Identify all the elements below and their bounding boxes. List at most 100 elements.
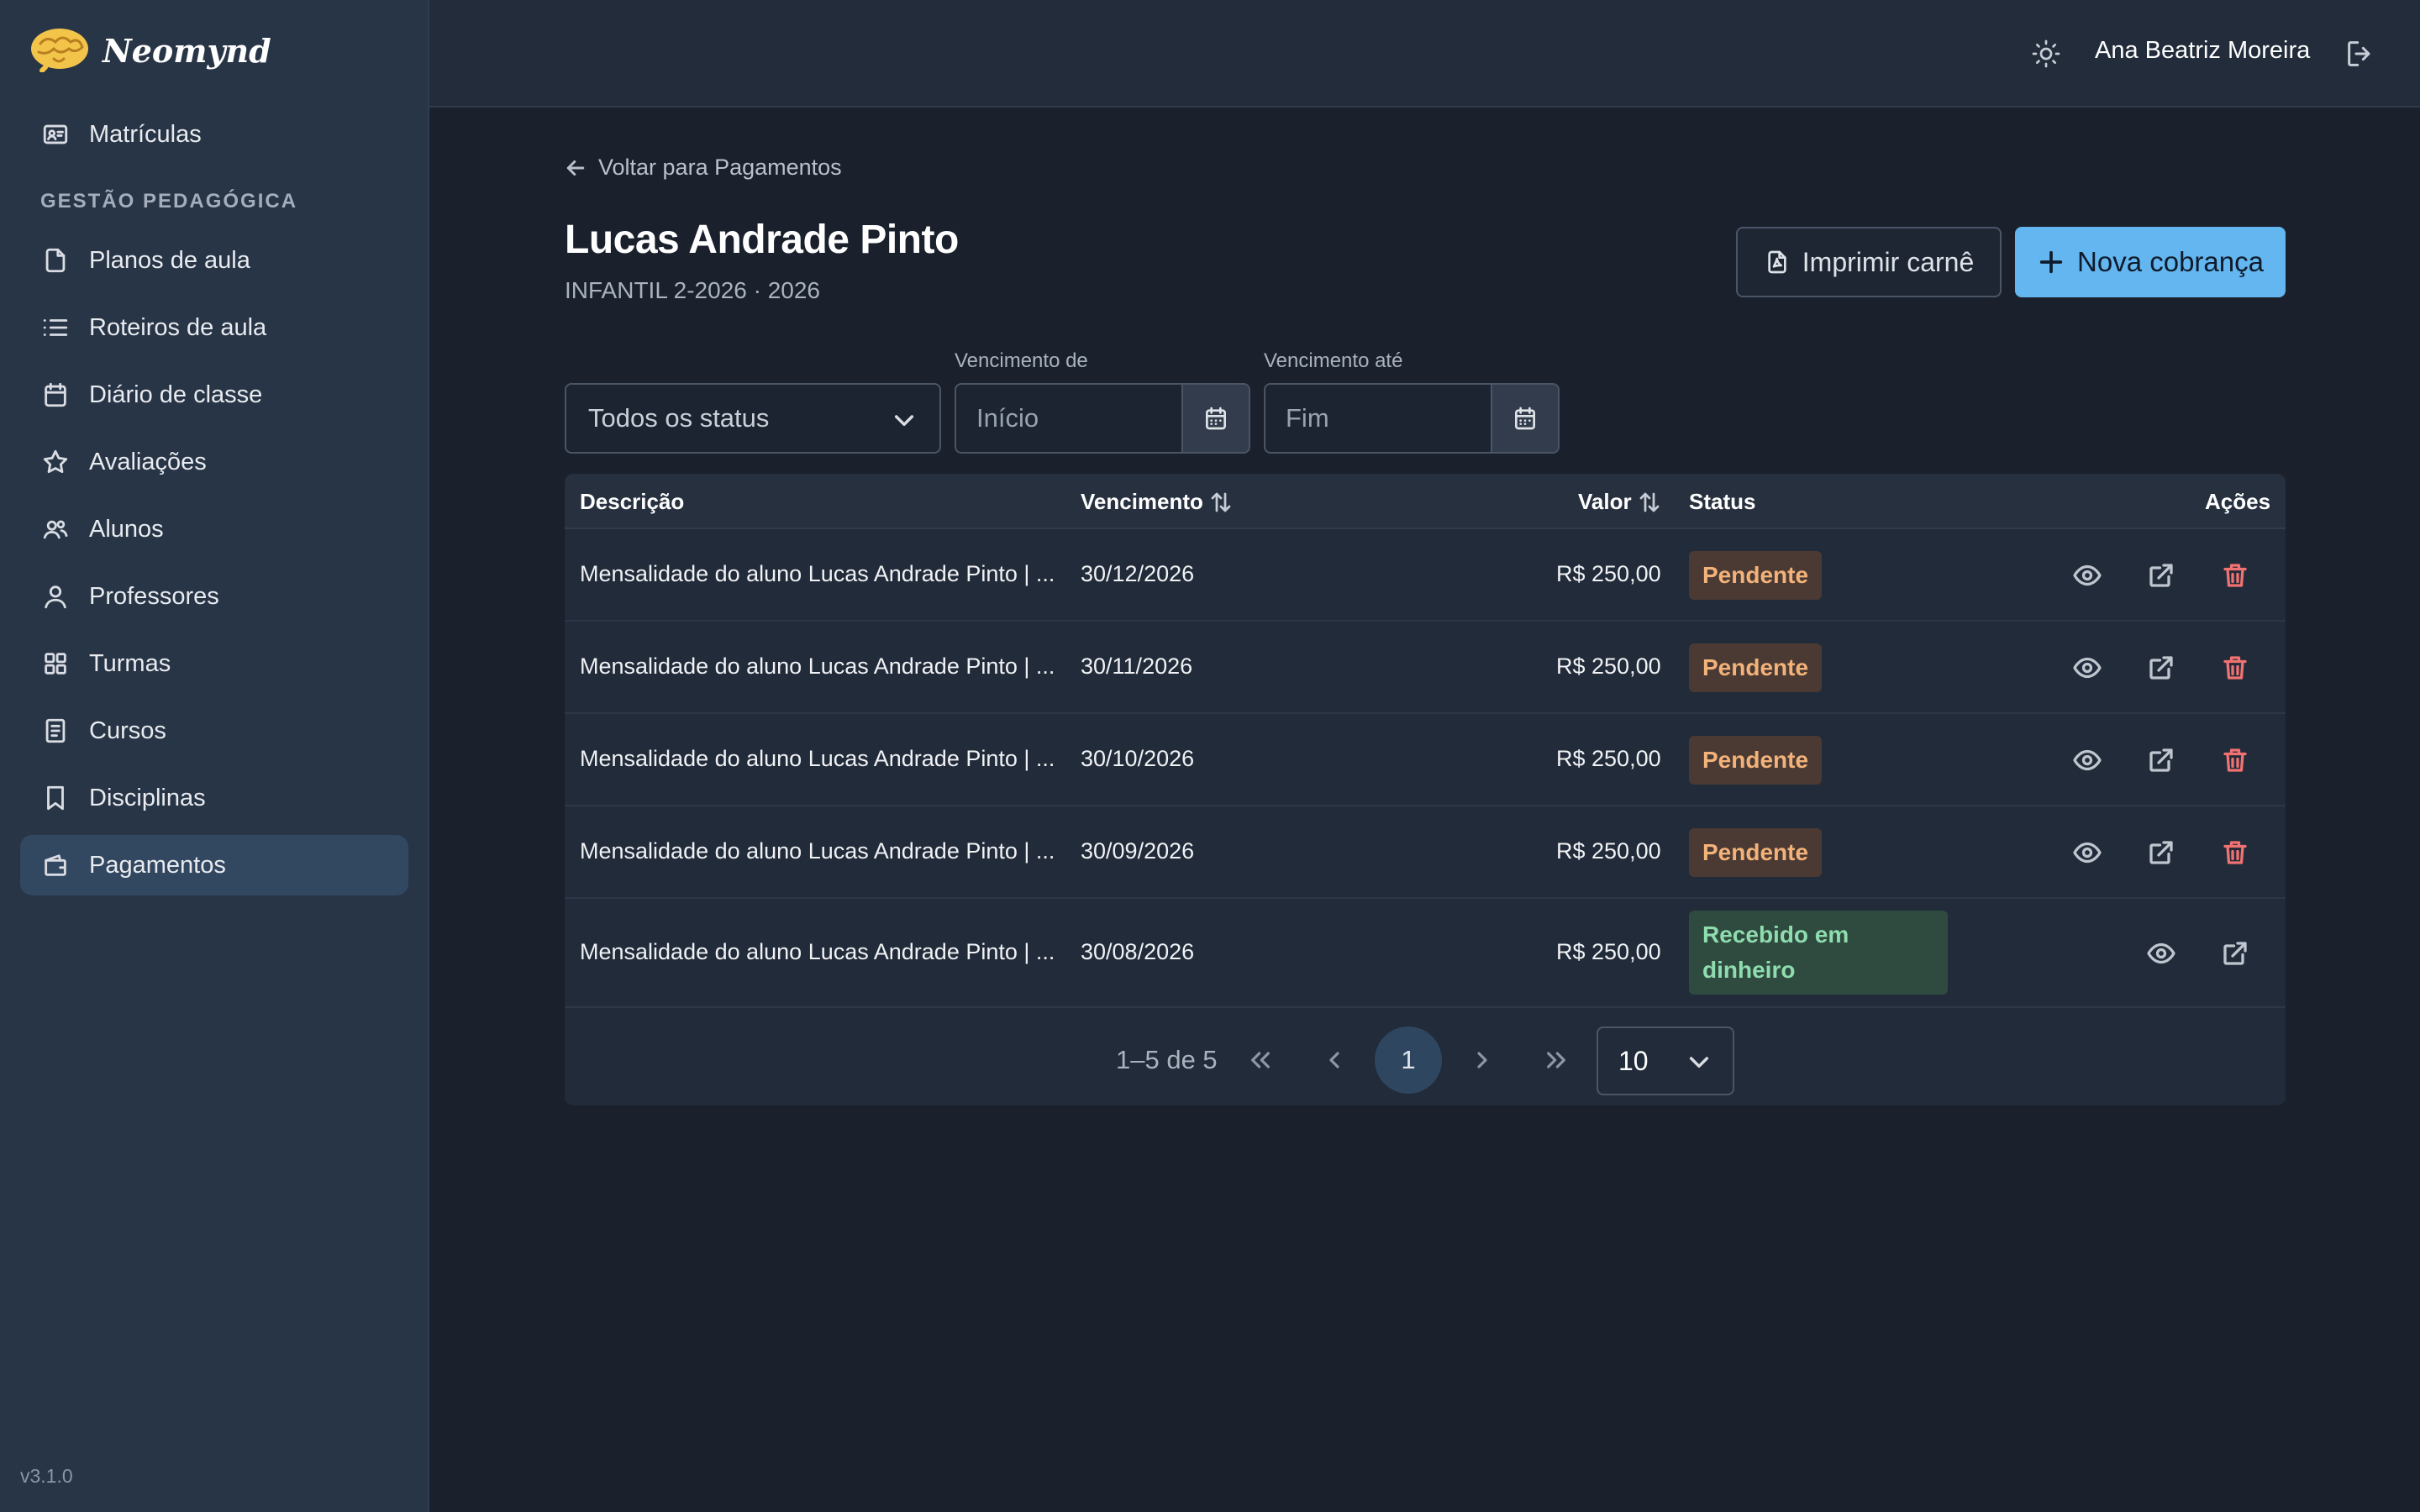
chevron-down-icon	[1689, 1057, 1709, 1068]
row-description: Mensalidade do aluno Lucas Andrade Pinto…	[580, 746, 1055, 771]
back-link-label: Voltar para Pagamentos	[598, 155, 842, 180]
page-title: Lucas Andrade Pinto	[565, 218, 959, 262]
rows-per-page-select[interactable]: 10	[1597, 1026, 1734, 1095]
sidebar-item-label: Pagamentos	[89, 851, 226, 879]
eye-icon[interactable]	[2070, 836, 2104, 869]
chevron-down-icon	[894, 415, 914, 427]
column-header-due[interactable]: Vencimento	[1081, 489, 1234, 515]
due-to-label: Vencimento até	[1264, 349, 1403, 372]
brand-name: Neomynd	[103, 32, 271, 70]
sidebar-item-planos-de-aula[interactable]: Planos de aula	[20, 230, 408, 291]
sidebar-item-label: Cursos	[89, 717, 166, 744]
sidebar-item-matriculas[interactable]: Matrículas	[20, 104, 408, 165]
page-subtitle: INFANTIL 2-2026 · 2026	[565, 277, 821, 303]
column-header-value[interactable]: Valor	[1578, 489, 1662, 515]
pagination-range: 1–5 de 5	[1116, 1045, 1218, 1074]
sidebar-item-label: Alunos	[89, 515, 164, 543]
column-label: Status	[1689, 489, 1756, 514]
external-link-icon[interactable]	[2144, 559, 2178, 592]
calendar-icon[interactable]	[1491, 385, 1558, 452]
table-header: Descrição Vencimento Valor Status Ações	[565, 474, 2286, 529]
first-page-button[interactable]	[1237, 1037, 1284, 1084]
sidebar-item-roteiros-de-aula[interactable]: Roteiros de aula	[20, 297, 408, 358]
row-due-date: 30/12/2026	[1081, 561, 1195, 586]
last-page-button[interactable]	[1533, 1037, 1580, 1084]
external-link-icon[interactable]	[2144, 836, 2178, 869]
new-button-label: Nova cobrança	[2077, 246, 2264, 277]
due-to-field[interactable]: Fim	[1264, 383, 1560, 454]
column-label: Ações	[2205, 489, 2271, 514]
row-value: R$ 250,00	[1556, 561, 1661, 586]
sidebar-item-avaliacoes[interactable]: Avaliações	[20, 432, 408, 492]
bookmark-icon	[39, 781, 72, 815]
column-header-status: Status	[1689, 489, 1755, 515]
external-link-icon[interactable]	[2144, 743, 2178, 777]
row-value: R$ 250,00	[1556, 838, 1661, 864]
row-value: R$ 250,00	[1556, 746, 1661, 771]
status-badge: Recebido em dinheiro	[1689, 911, 1948, 995]
app-version: v3.1.0	[20, 1465, 73, 1487]
due-from-field[interactable]: Início	[955, 383, 1250, 454]
external-link-icon[interactable]	[2144, 651, 2178, 685]
sidebar-item-diario-de-classe[interactable]: Diário de classe	[20, 365, 408, 425]
status-filter-select[interactable]: Todos os status	[565, 383, 941, 454]
column-label: Descrição	[580, 489, 685, 514]
sidebar-item-label: Matrículas	[89, 120, 202, 148]
file-icon	[39, 244, 72, 277]
sort-icon[interactable]	[1637, 490, 1662, 515]
back-to-payments-link[interactable]: Voltar para Pagamentos	[563, 155, 842, 181]
sidebar-item-pagamentos[interactable]: Pagamentos	[20, 835, 408, 895]
eye-icon[interactable]	[2144, 937, 2178, 970]
sidebar-item-label: Avaliações	[89, 448, 207, 475]
status-filter-value: Todos os status	[588, 403, 770, 433]
sort-icon[interactable]	[1208, 490, 1234, 515]
chevrons-left-icon	[1251, 1052, 1270, 1068]
logout-icon[interactable]	[2344, 37, 2377, 71]
table-row: Mensalidade do aluno Lucas Andrade Pinto…	[565, 899, 2286, 1008]
trash-icon[interactable]	[2218, 651, 2252, 685]
status-badge: Pendente	[1689, 643, 1823, 692]
payments-table: Descrição Vencimento Valor Status Ações …	[565, 474, 2286, 1105]
star-icon	[39, 445, 72, 479]
calendar-icon[interactable]	[1181, 385, 1249, 452]
current-page-button[interactable]: 1	[1375, 1026, 1442, 1094]
chevron-right-icon	[1477, 1052, 1487, 1068]
next-page-button[interactable]	[1459, 1037, 1506, 1084]
prev-page-button[interactable]	[1311, 1037, 1358, 1084]
trash-icon[interactable]	[2218, 743, 2252, 777]
wallet-icon	[39, 848, 72, 882]
sun-icon[interactable]	[2031, 39, 2061, 69]
chevron-left-icon	[1329, 1052, 1339, 1068]
sidebar-item-alunos[interactable]: Alunos	[20, 499, 408, 559]
brand[interactable]: Neomynd	[29, 25, 271, 76]
sidebar-nav: Matrículas GESTÃO PEDAGÓGICA Planos de a…	[20, 104, 408, 902]
due-from-label: Vencimento de	[955, 349, 1088, 372]
row-due-date: 30/09/2026	[1081, 838, 1195, 864]
plus-icon	[2039, 250, 2063, 274]
external-link-icon[interactable]	[2218, 937, 2252, 970]
trash-icon[interactable]	[2218, 836, 2252, 869]
grid-icon	[39, 647, 72, 680]
sidebar-item-turmas[interactable]: Turmas	[20, 633, 408, 694]
row-description: Mensalidade do aluno Lucas Andrade Pinto…	[580, 939, 1055, 964]
book-icon	[39, 714, 72, 748]
row-description: Mensalidade do aluno Lucas Andrade Pinto…	[580, 561, 1055, 586]
sidebar-item-cursos[interactable]: Cursos	[20, 701, 408, 761]
eye-icon[interactable]	[2070, 559, 2104, 592]
row-due-date: 30/10/2026	[1081, 746, 1195, 771]
eye-icon[interactable]	[2070, 651, 2104, 685]
print-booklet-button[interactable]: Imprimir carnê	[1736, 227, 2002, 297]
new-charge-button[interactable]: Nova cobrança	[2015, 227, 2286, 297]
sidebar-item-disciplinas[interactable]: Disciplinas	[20, 768, 408, 828]
status-badge: Pendente	[1689, 551, 1823, 600]
sidebar-item-professores[interactable]: Professores	[20, 566, 408, 627]
chevrons-right-icon	[1547, 1052, 1565, 1068]
eye-icon[interactable]	[2070, 743, 2104, 777]
status-badge: Pendente	[1689, 736, 1823, 785]
trash-icon[interactable]	[2218, 559, 2252, 592]
row-value: R$ 250,00	[1556, 654, 1661, 679]
due-to-placeholder: Fim	[1286, 403, 1329, 433]
column-header-description: Descrição	[580, 489, 684, 515]
list-icon	[39, 311, 72, 344]
pdf-file-icon	[1768, 250, 1786, 274]
